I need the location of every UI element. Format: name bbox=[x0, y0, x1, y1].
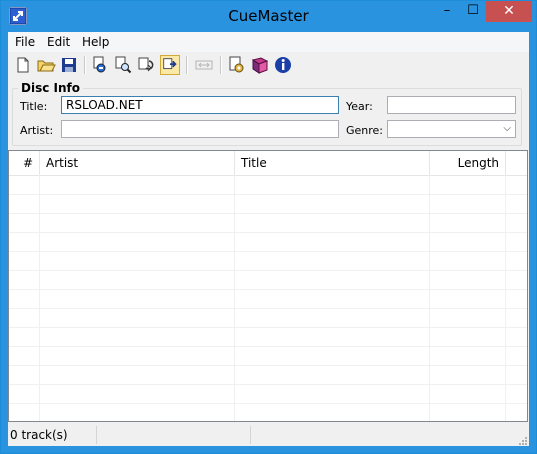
artist-label: Artist: bbox=[20, 124, 54, 137]
settings-icon[interactable] bbox=[227, 55, 247, 75]
grid-line bbox=[9, 194, 527, 195]
grid-line bbox=[9, 270, 527, 271]
grid-line bbox=[9, 346, 527, 347]
grid-line bbox=[9, 308, 527, 309]
minimize-button[interactable]: – bbox=[434, 1, 460, 22]
chevron-down-icon[interactable]: ⌵ bbox=[503, 122, 511, 136]
toolbar-separator bbox=[186, 56, 188, 74]
menu-bar: File Edit Help bbox=[8, 32, 529, 52]
grid-line bbox=[9, 327, 527, 328]
lookup-icon[interactable] bbox=[136, 55, 156, 75]
track-list-header: # Artist Title Length bbox=[9, 151, 527, 176]
lookup-active-icon[interactable] bbox=[160, 55, 180, 75]
import-icon[interactable] bbox=[90, 55, 110, 75]
status-bar: 0 track(s) bbox=[8, 424, 529, 446]
genre-select[interactable]: ⌵ bbox=[387, 120, 516, 138]
title-bar[interactable]: CueMaster – ☐ ✕ bbox=[1, 1, 536, 32]
grid-line bbox=[9, 232, 527, 233]
disc-info-title: Disc Info bbox=[18, 81, 83, 95]
menu-edit[interactable]: Edit bbox=[47, 35, 70, 49]
toolbar bbox=[8, 53, 529, 78]
grid-line bbox=[9, 213, 527, 214]
grid-line bbox=[9, 289, 527, 290]
split-icon[interactable] bbox=[194, 55, 214, 75]
toolbar-separator bbox=[84, 56, 86, 74]
new-document-icon[interactable] bbox=[13, 55, 33, 75]
close-button[interactable]: ✕ bbox=[486, 1, 532, 22]
year-field[interactable] bbox=[387, 96, 516, 114]
column-number[interactable]: # bbox=[9, 151, 40, 175]
genre-label: Genre: bbox=[346, 124, 384, 137]
grid-line bbox=[9, 403, 527, 404]
info-icon[interactable] bbox=[273, 55, 293, 75]
track-count-status: 0 track(s) bbox=[10, 426, 97, 444]
book-icon[interactable] bbox=[250, 55, 270, 75]
open-folder-icon[interactable] bbox=[36, 55, 56, 75]
grid-line bbox=[9, 384, 527, 385]
column-length[interactable]: Length bbox=[430, 151, 506, 175]
status-pane bbox=[100, 426, 251, 444]
year-label: Year: bbox=[346, 100, 373, 113]
grid-line bbox=[9, 251, 527, 252]
title-label: Title: bbox=[20, 100, 48, 113]
client-area: File Edit Help Disc Info Title: RSLOAD.N… bbox=[8, 32, 529, 446]
title-field[interactable]: RSLOAD.NET bbox=[61, 96, 339, 114]
column-artist[interactable]: Artist bbox=[40, 151, 235, 175]
find-icon[interactable] bbox=[113, 55, 133, 75]
column-title[interactable]: Title bbox=[235, 151, 430, 175]
toolbar-separator bbox=[220, 56, 222, 74]
app-window: CueMaster – ☐ ✕ File Edit Help Disc Info… bbox=[0, 0, 537, 454]
resize-grip-icon[interactable] bbox=[517, 434, 527, 445]
menu-help[interactable]: Help bbox=[82, 35, 109, 49]
track-list[interactable]: # Artist Title Length bbox=[8, 150, 528, 422]
save-disk-icon[interactable] bbox=[59, 55, 79, 75]
menu-file[interactable]: File bbox=[15, 35, 35, 49]
artist-field[interactable] bbox=[61, 120, 339, 138]
grid-line bbox=[9, 365, 527, 366]
maximize-button[interactable]: ☐ bbox=[460, 1, 486, 22]
